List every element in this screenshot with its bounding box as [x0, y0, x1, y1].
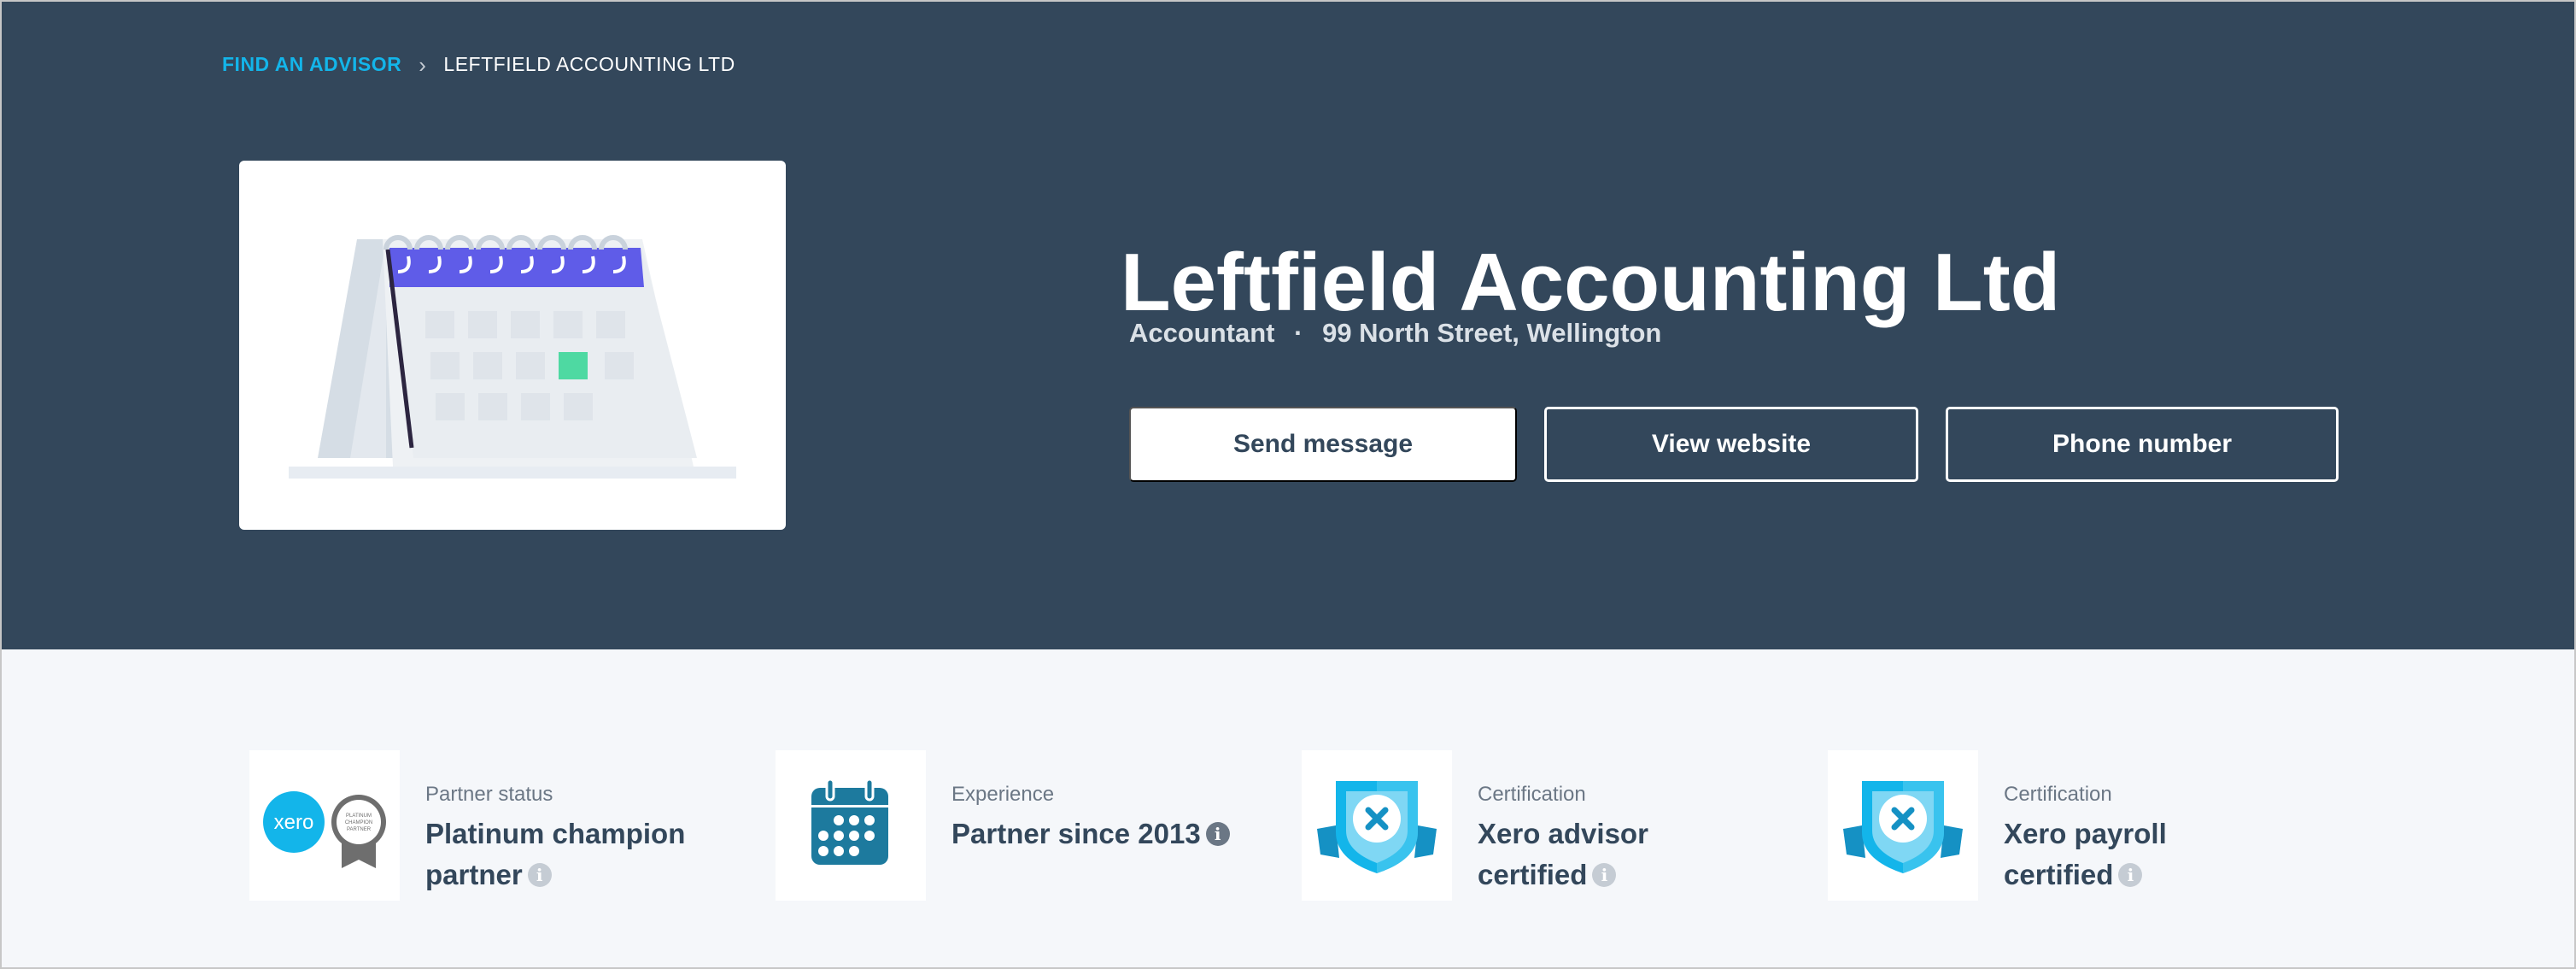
business-category: Accountant — [1129, 318, 1275, 348]
stat-label: Certification — [1478, 783, 1586, 806]
svg-text:CHAMPION: CHAMPION — [345, 820, 372, 825]
view-website-button[interactable]: View website — [1544, 407, 1918, 482]
advisor-certification-stat: Certification Xero advisor certified i — [1302, 750, 1814, 901]
desk-calendar-illustration — [289, 235, 736, 479]
payroll-certification-stat: Certification Xero payroll certified i — [1828, 750, 2340, 901]
info-icon[interactable]: i — [2118, 863, 2143, 887]
page: FIND AN ADVISOR › LEFTFIELD ACCOUNTING L… — [0, 0, 2576, 969]
chevron-right-icon: › — [419, 51, 427, 78]
phone-number-button[interactable]: Phone number — [1946, 407, 2339, 482]
stat-label: Experience — [951, 783, 1055, 806]
info-icon[interactable]: i — [1205, 822, 1230, 846]
svg-text:xero: xero — [274, 811, 314, 834]
breadcrumb-find-an-advisor-link[interactable]: FIND AN ADVISOR — [222, 53, 401, 76]
stat-label: Certification — [2004, 783, 2112, 806]
info-icon[interactable]: i — [527, 863, 552, 887]
experience-stat: Experience Partner since 2013 i — [776, 750, 1288, 901]
svg-text:PLATINUM: PLATINUM — [346, 813, 372, 819]
stat-value: Xero advisor certified i — [1478, 818, 1648, 890]
stat-value: Platinum champion partner i — [425, 818, 686, 890]
stat-label: Partner status — [425, 783, 553, 806]
certification-shield-icon — [1828, 750, 1978, 901]
meta-separator: · — [1294, 318, 1303, 348]
business-meta: Accountant · 99 North Street, Wellington — [1129, 318, 1661, 349]
send-message-button[interactable]: Send message — [1129, 407, 1517, 482]
certification-shield-icon — [1302, 750, 1452, 901]
business-name: Leftfield Accounting Ltd — [1121, 237, 2061, 329]
advisor-header: FIND AN ADVISOR › LEFTFIELD ACCOUNTING L… — [2, 2, 2574, 649]
info-icon[interactable]: i — [1592, 863, 1617, 887]
calendar-icon — [776, 750, 926, 901]
breadcrumb: FIND AN ADVISOR › LEFTFIELD ACCOUNTING L… — [222, 53, 735, 76]
stat-value: Xero payroll certified i — [2004, 818, 2167, 890]
business-logo — [239, 161, 786, 530]
svg-text:PARTNER: PARTNER — [347, 827, 372, 832]
xero-platinum-badge-icon: xero PLATINUM CHAMPION PARTNER — [249, 750, 400, 901]
partner-status-stat: xero PLATINUM CHAMPION PARTNER Partner s… — [249, 750, 762, 901]
breadcrumb-current: LEFTFIELD ACCOUNTING LTD — [443, 53, 735, 75]
stat-value: Partner since 2013 i — [951, 813, 1276, 854]
business-address: 99 North Street, Wellington — [1322, 318, 1662, 348]
